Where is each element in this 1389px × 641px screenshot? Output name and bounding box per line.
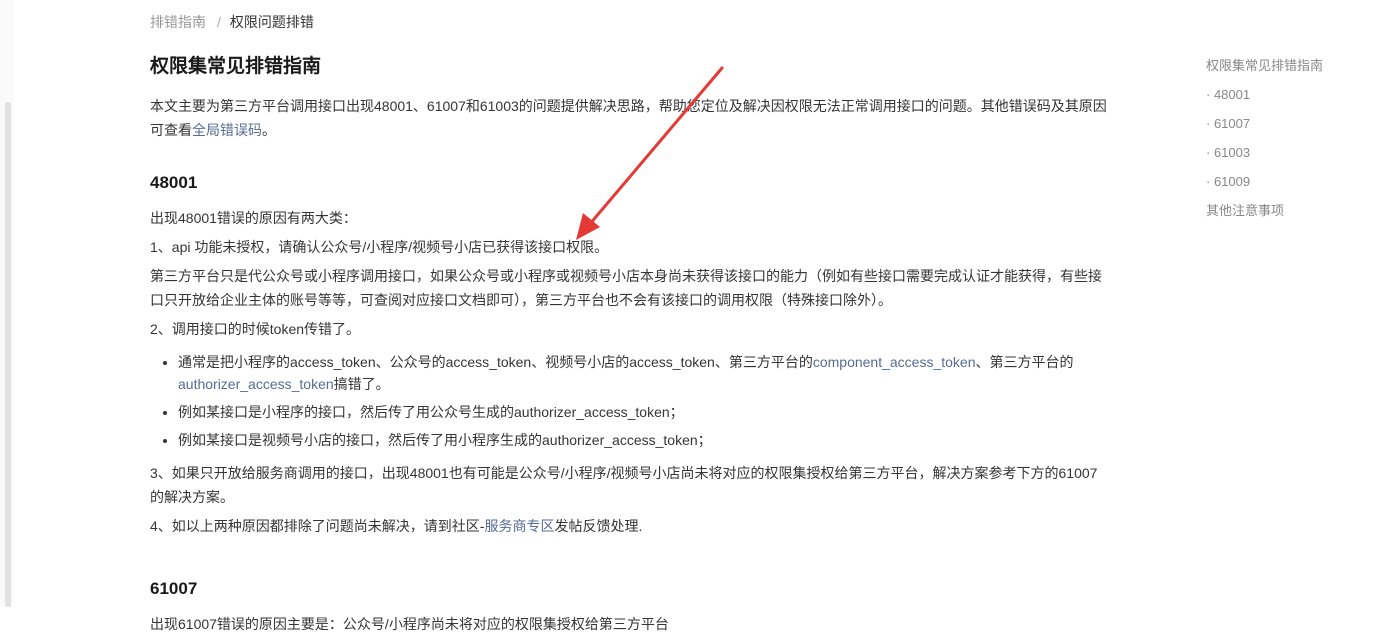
service-provider-zone-link[interactable]: 服务商专区 (484, 518, 554, 534)
list-item: 例如某接口是视频号小店的接口，然后传了用小程序生成的authorizer_acc… (178, 429, 1110, 451)
page-title: 权限集常见排错指南 (150, 56, 322, 77)
breadcrumb-separator: / (217, 14, 221, 30)
bullet1-text: 通常是把小程序的access_token、公众号的access_token、视频… (178, 354, 813, 370)
toc-item-61007[interactable]: · 61007 (1206, 114, 1323, 134)
section-heading-48001: 48001 (150, 173, 198, 192)
list-item: 例如某接口是小程序的接口，然后传了用公众号生成的authorizer_acces… (178, 401, 1110, 423)
paragraph-cause-1: 1、api 功能未授权，请确认公众号/小程序/视频号小店已获得该接口权限。 (150, 239, 609, 255)
bullet1-mid-text: 、第三方平台的 (975, 354, 1074, 370)
cause4-text: 4、如以上两种原因都排除了问题尚未解决，请到社区- (150, 518, 485, 534)
article-content: 权限集常见排错指南 本文主要为第三方平台调用接口出现48001、61007和61… (150, 52, 1110, 641)
breadcrumb: 排错指南 / 权限问题排错 (150, 12, 314, 32)
component-access-token-link[interactable]: component_access_token (813, 354, 976, 370)
paragraph-61007-lead: 出现61007错误的原因主要是：公众号/小程序尚未将对应的权限集授权给第三方平台 (150, 616, 669, 632)
authorizer-access-token-link[interactable]: authorizer_access_token (178, 376, 334, 392)
global-error-code-link[interactable]: 全局错误码 (192, 122, 262, 138)
table-of-contents: 权限集常见排错指南 · 48001 · 61007 · 61003 · 6100… (1206, 56, 1323, 221)
paragraph-cause-2: 2、调用接口的时候token传错了。 (150, 321, 361, 337)
left-scrollbar-thumb[interactable] (5, 102, 11, 607)
breadcrumb-current: 权限问题排错 (229, 14, 314, 30)
toc-item-61009[interactable]: · 61009 (1206, 172, 1323, 192)
toc-item-other-notes[interactable]: 其他注意事项 (1206, 201, 1323, 221)
paragraph-cause-4: 4、如以上两种原因都排除了问题尚未解决，请到社区-服务商专区发帖反馈处理. (150, 514, 1110, 538)
toc-item-48001[interactable]: · 48001 (1206, 85, 1323, 105)
toc-item-61003[interactable]: · 61003 (1206, 143, 1323, 163)
cause4-end-text: 发帖反馈处理. (554, 518, 643, 534)
intro-text: 本文主要为第三方平台调用接口出现48001、61007和61003的问题提供解决… (150, 98, 1107, 138)
intro-text-end: 。 (262, 122, 276, 138)
section-heading-61007: 61007 (150, 579, 198, 598)
toc-item-title[interactable]: 权限集常见排错指南 (1206, 56, 1323, 76)
bullet1-end-text: 搞错了。 (333, 376, 390, 392)
token-mixup-list: 通常是把小程序的access_token、公众号的access_token、视频… (150, 351, 1110, 451)
breadcrumb-parent-link[interactable]: 排错指南 (150, 14, 206, 30)
list-item: 通常是把小程序的access_token、公众号的access_token、视频… (178, 351, 1110, 395)
left-scrollbar[interactable] (0, 0, 14, 607)
intro-paragraph: 本文主要为第三方平台调用接口出现48001、61007和61003的问题提供解决… (150, 94, 1110, 142)
paragraph-cause-3: 3、如果只开放给服务商调用的接口，出现48001也有可能是公众号/小程序/视频号… (150, 465, 1098, 505)
paragraph-cause-1-detail: 第三方平台只是代公众号或小程序调用接口，如果公众号或小程序或视频号小店本身尚未获… (150, 268, 1102, 308)
paragraph-48001-lead: 出现48001错误的原因有两大类： (150, 210, 357, 226)
